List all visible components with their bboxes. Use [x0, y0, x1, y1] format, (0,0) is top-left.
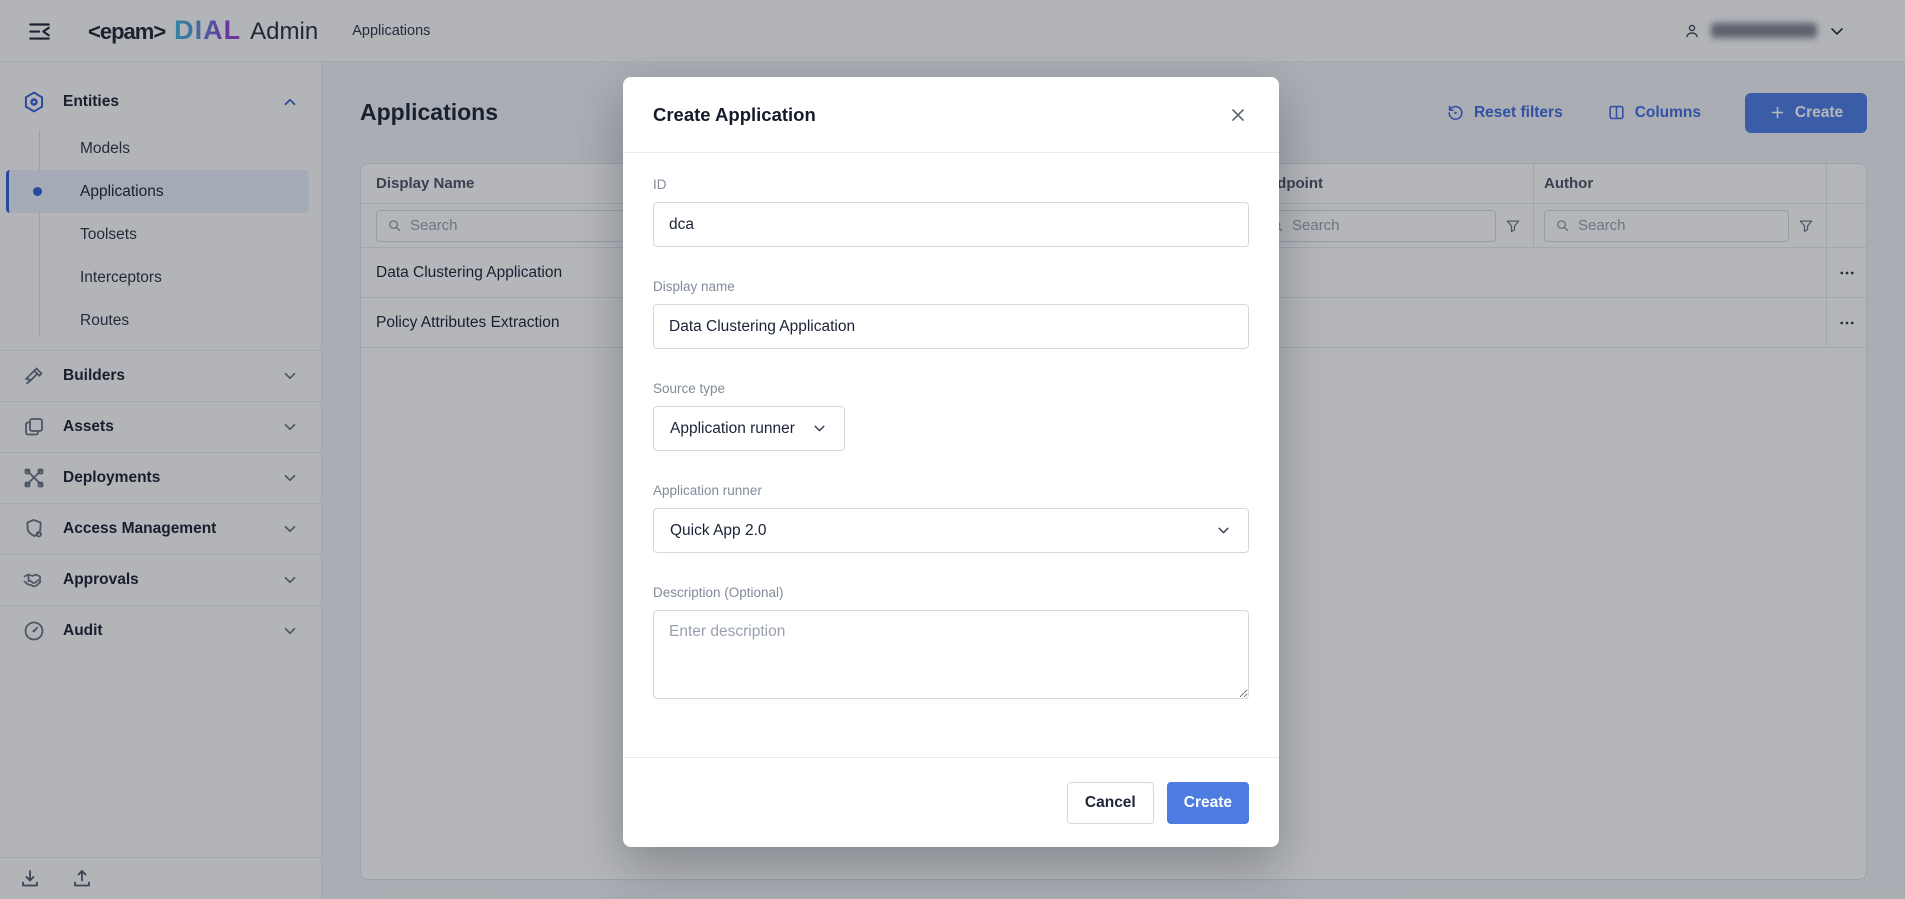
cancel-button[interactable]: Cancel: [1067, 782, 1154, 824]
close-icon[interactable]: [1223, 100, 1253, 130]
create-button-modal[interactable]: Create: [1167, 782, 1249, 824]
id-field-label: ID: [653, 177, 1249, 192]
display-name-field[interactable]: [653, 304, 1249, 349]
modal-header: Create Application: [623, 77, 1279, 153]
app-root: <epam> DIAL Admin Applications: [0, 0, 1905, 899]
id-field[interactable]: [653, 202, 1249, 247]
modal-footer: Cancel Create: [623, 757, 1279, 847]
description-field[interactable]: [653, 610, 1249, 699]
modal-body: ID Display name Source type Application …: [623, 153, 1279, 757]
create-application-modal: Create Application ID Display name Sourc…: [623, 77, 1279, 847]
display-name-field-label: Display name: [653, 279, 1249, 294]
description-field-label: Description (Optional): [653, 585, 1249, 600]
application-runner-select[interactable]: Quick App 2.0: [653, 508, 1249, 553]
chevron-down-icon: [1215, 522, 1232, 539]
source-type-value: Application runner: [670, 420, 795, 438]
application-runner-field-label: Application runner: [653, 483, 1249, 498]
source-type-select[interactable]: Application runner: [653, 406, 845, 451]
modal-title: Create Application: [653, 104, 816, 126]
source-type-field-label: Source type: [653, 381, 1249, 396]
application-runner-value: Quick App 2.0: [670, 522, 767, 540]
chevron-down-icon: [811, 420, 828, 437]
